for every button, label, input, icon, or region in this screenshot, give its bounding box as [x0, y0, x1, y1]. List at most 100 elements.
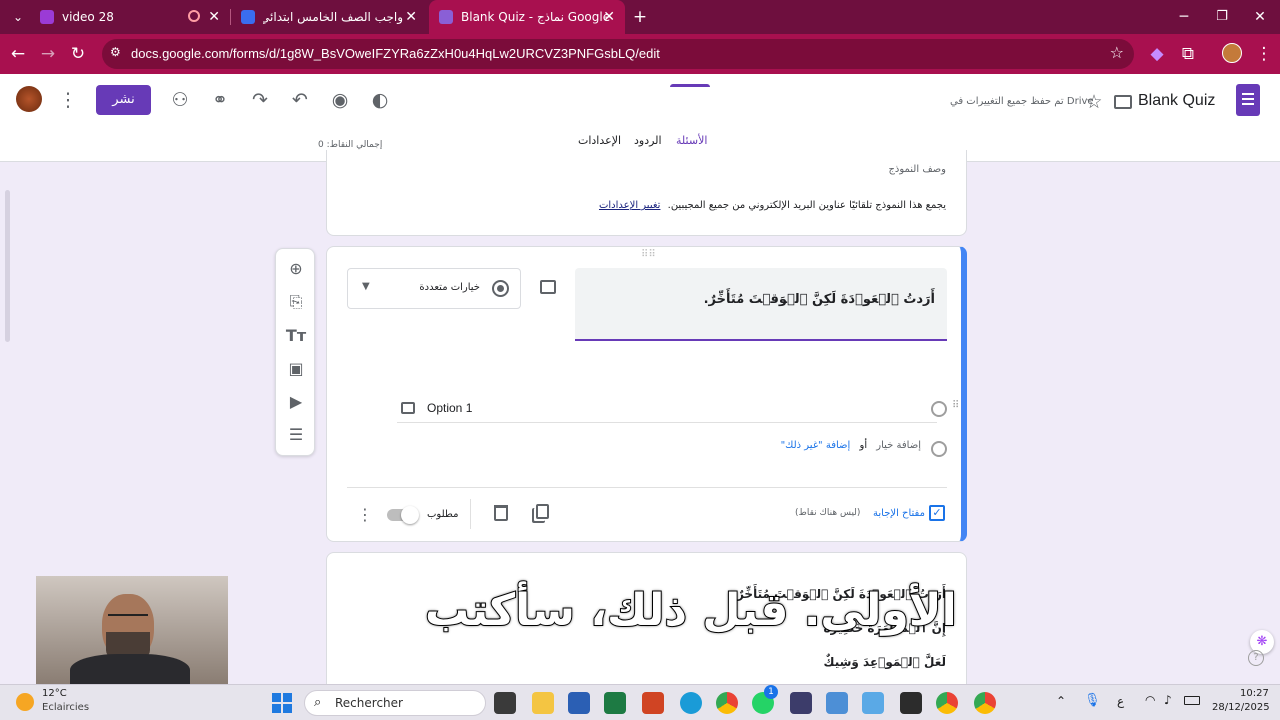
- option-text[interactable]: Option 1: [427, 401, 472, 415]
- copy-link-icon[interactable]: ⚭: [206, 86, 234, 114]
- browser-tab-blank-quiz[interactable]: Blank Quiz - نماذج Google ✕: [429, 0, 625, 34]
- forward-arrow-icon[interactable]: →: [36, 42, 60, 66]
- close-tab-icon[interactable]: ✕: [405, 9, 417, 25]
- extension-gemini-icon[interactable]: ◆: [1145, 42, 1169, 66]
- question-type-select[interactable]: ▼ خيارات متعددة: [347, 268, 521, 309]
- folder-icon[interactable]: [1114, 95, 1132, 109]
- battery-icon[interactable]: [1184, 696, 1200, 705]
- question-title-field[interactable]: أَرَدتُ ٱلۡعَوۡدَةَ لَكِنَّ ٱلۡوَقۡتَ مُ…: [575, 268, 947, 341]
- powerpoint-icon[interactable]: [642, 692, 664, 714]
- description-field[interactable]: وصف النموذج: [888, 164, 946, 175]
- reload-icon[interactable]: ↻: [66, 42, 90, 66]
- add-image-icon[interactable]: ▣: [284, 357, 308, 381]
- bookmark-star-icon[interactable]: ☆: [1110, 43, 1124, 62]
- weather-desc: Eclaircies: [42, 702, 90, 713]
- add-question-icon[interactable]: ⊕: [284, 257, 308, 281]
- more-options-icon[interactable]: ⋮: [54, 86, 82, 114]
- active-tab-indicator: [670, 84, 710, 87]
- microphone-icon[interactable]: 🎙: [1084, 693, 1101, 708]
- tab-title: video 28: [62, 10, 114, 24]
- answer-key-checkbox-icon[interactable]: ✓: [929, 505, 945, 521]
- option-radio: [931, 401, 947, 417]
- browser-tab-video[interactable]: video 28 ✕: [30, 0, 230, 34]
- classroom-app-icon[interactable]: [790, 692, 812, 714]
- browser-tab-strip: ⌄ video 28 ✕ واجب الصف الخامس ابتدائي 20…: [0, 0, 1280, 34]
- account-avatar[interactable]: [16, 86, 42, 112]
- input-language[interactable]: ع: [1117, 694, 1124, 708]
- restore-icon[interactable]: ❐: [1210, 5, 1234, 29]
- redo-icon[interactable]: ↷: [246, 86, 274, 114]
- help-icon[interactable]: ?: [1248, 650, 1264, 666]
- option-drag-icon[interactable]: ⠿: [952, 400, 959, 411]
- weather-sun-icon[interactable]: [16, 693, 34, 711]
- webcam-overlay: [36, 576, 228, 684]
- or-label: أو: [859, 440, 868, 451]
- snipping-tool-icon[interactable]: [826, 692, 848, 714]
- option-image-icon[interactable]: [401, 402, 415, 414]
- chrome-profile-icon[interactable]: [974, 692, 996, 714]
- undo-icon[interactable]: ↶: [286, 86, 314, 114]
- address-bar[interactable]: ⚙ docs.google.com/forms/d/1g8W_BsVOweIFZ…: [102, 39, 1134, 69]
- close-tab-icon[interactable]: ✕: [603, 9, 615, 25]
- tray-chevron-up-icon[interactable]: ⌃: [1056, 694, 1066, 708]
- site-info-icon[interactable]: ⚙: [110, 45, 121, 59]
- more-question-options-icon[interactable]: ⋮: [357, 505, 373, 524]
- file-explorer-icon[interactable]: [532, 692, 554, 714]
- required-toggle[interactable]: [387, 506, 419, 524]
- tab-search-icon[interactable]: ⌄: [6, 5, 30, 29]
- word-icon[interactable]: [568, 692, 590, 714]
- duplicate-icon[interactable]: [536, 504, 549, 519]
- start-windows-icon[interactable]: [272, 693, 292, 713]
- answer-key-link[interactable]: مفتاح الإجابة: [873, 508, 925, 519]
- wifi-icon[interactable]: ◠: [1145, 693, 1155, 707]
- minimize-icon[interactable]: ─: [1172, 5, 1196, 29]
- star-icon[interactable]: ☆: [1080, 88, 1108, 116]
- chrome-active-icon[interactable]: [936, 692, 958, 714]
- close-tab-icon[interactable]: ✕: [208, 9, 220, 25]
- question-card[interactable]: ⠿⠿ ▼ خيارات متعددة أَرَدتُ ٱلۡعَوۡدَةَ ل…: [326, 246, 967, 542]
- volume-icon[interactable]: ♪: [1164, 693, 1172, 707]
- task-view-icon[interactable]: [494, 692, 516, 714]
- doc-title[interactable]: Blank Quiz: [1138, 92, 1215, 110]
- tab-responses[interactable]: الردود: [634, 134, 662, 147]
- profile-avatar[interactable]: [1222, 43, 1242, 63]
- add-section-icon[interactable]: ☰: [284, 423, 308, 447]
- add-option-radio: [931, 441, 947, 457]
- card-footer-divider: [347, 487, 947, 488]
- publish-button[interactable]: نشر: [96, 85, 151, 115]
- url-text: docs.google.com/forms/d/1g8W_BsVOweIFZYR…: [131, 46, 660, 61]
- add-other-link[interactable]: إضافة "غير ذلك": [781, 440, 851, 451]
- calculator-icon[interactable]: [900, 692, 922, 714]
- page-scrollbar[interactable]: [5, 190, 10, 342]
- add-title-text-icon[interactable]: Tт: [284, 324, 308, 348]
- whatsapp-icon[interactable]: 1: [752, 685, 778, 714]
- clock-date[interactable]: 28/12/2025: [1212, 702, 1270, 713]
- form-description-card: وصف النموذج يجمع هذا النموذج تلقائيًا عن…: [326, 150, 967, 236]
- new-tab-plus-icon[interactable]: +: [628, 5, 652, 29]
- delete-trash-icon[interactable]: [494, 505, 508, 521]
- browser-menu-icon[interactable]: ⋮: [1252, 42, 1276, 66]
- add-video-icon[interactable]: ▶: [284, 390, 308, 414]
- app-icon[interactable]: [862, 692, 884, 714]
- extensions-puzzle-icon[interactable]: ⧉: [1176, 42, 1200, 66]
- customize-theme-icon[interactable]: ◐: [366, 86, 394, 114]
- add-image-to-question-icon[interactable]: [540, 280, 556, 294]
- excel-icon[interactable]: [604, 692, 626, 714]
- add-collaborator-icon[interactable]: ⚇: [166, 86, 194, 114]
- tab-settings[interactable]: الإعدادات: [578, 134, 621, 147]
- browser-tab-homework[interactable]: واجب الصف الخامس ابتدائي 2025 ✕: [231, 0, 427, 34]
- tab-questions[interactable]: الأسئلة: [676, 134, 707, 147]
- save-status: تم حفظ جميع التغييرات في Drive: [950, 96, 1094, 107]
- add-option-link[interactable]: إضافة خيار: [876, 440, 921, 451]
- edge-icon[interactable]: [680, 692, 702, 714]
- close-window-icon[interactable]: ✕: [1248, 5, 1272, 29]
- preview-eye-icon[interactable]: ◉: [326, 86, 354, 114]
- taskbar-search[interactable]: ⌕ Rechercher: [304, 690, 486, 716]
- chevron-down-icon: ▼: [362, 281, 370, 292]
- back-arrow-icon[interactable]: ←: [6, 42, 30, 66]
- drag-handle-icon[interactable]: ⠿⠿: [641, 249, 656, 260]
- change-settings-link[interactable]: تغيير الإعدادات: [599, 200, 660, 211]
- chrome-icon[interactable]: [716, 692, 738, 714]
- clock-time[interactable]: 10:27: [1240, 688, 1269, 699]
- import-questions-icon[interactable]: ⎘: [284, 290, 308, 314]
